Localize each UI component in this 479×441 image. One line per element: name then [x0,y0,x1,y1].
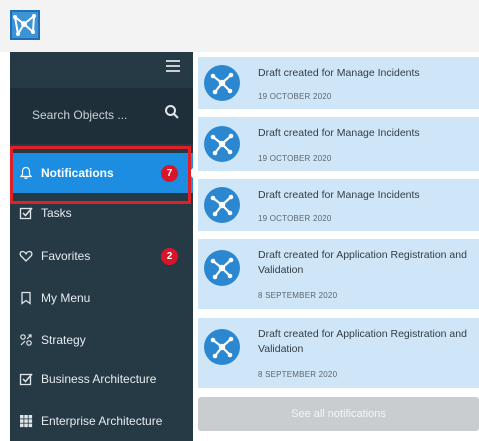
sidebar-item-my-menu[interactable]: My Menu [10,278,193,318]
draft-notification-icon [204,126,240,162]
notification-item[interactable]: Draft created for Application Registrati… [198,239,479,309]
hamburger-icon[interactable] [166,60,180,72]
notification-item[interactable]: Draft created for Manage Incidents 19 OC… [198,57,479,109]
heart-icon [19,250,33,262]
notification-item[interactable]: Draft created for Manage Incidents 19 OC… [198,179,479,231]
mesh-logo-icon[interactable] [10,10,40,40]
notification-message: Draft created for Application Registrati… [258,328,467,355]
see-all-notifications-button[interactable]: See all notifications [198,397,479,431]
checkbox-icon [19,373,33,386]
sidebar-item-business-architecture[interactable]: Business Architecture [10,359,193,399]
draft-notification-icon [204,250,240,286]
draft-notification-icon [204,65,240,101]
sidebar: Search Objects ... Notifications 7 Tasks… [10,52,194,441]
sidebar-item-strategy[interactable]: Strategy [10,320,193,360]
bookmark-icon [21,291,31,305]
draft-notification-icon [204,329,240,365]
sidebar-item-label: Favorites [41,249,91,263]
notification-date: 19 OCTOBER 2020 [258,214,332,223]
notification-item[interactable]: Draft created for Application Registrati… [198,318,479,388]
sidebar-item-notifications[interactable]: Notifications 7 [10,153,194,193]
active-caret [188,167,194,179]
sidebar-item-favorites[interactable]: Favorites 2 [10,236,193,276]
notification-item[interactable]: Draft created for Manage Incidents 19 OC… [198,117,479,171]
sidebar-item-label: Strategy [41,333,86,347]
notification-message: Draft created for Manage Incidents [258,127,420,139]
grid-icon [20,415,33,428]
sidebar-item-tasks[interactable]: Tasks [10,193,193,233]
strategy-icon [20,334,32,346]
notification-message: Draft created for Application Registrati… [258,249,467,276]
sidebar-item-label: My Menu [41,291,91,305]
search-box[interactable]: Search Objects ... [10,88,193,144]
notification-message: Draft created for Manage Incidents [258,189,420,201]
draft-notification-icon [204,187,240,223]
notification-date: 8 SEPTEMBER 2020 [258,291,338,300]
notification-date: 8 SEPTEMBER 2020 [258,370,338,379]
top-bar [0,0,479,52]
search-input[interactable]: Search Objects ... [32,108,127,122]
sidebar-item-label: Business Architecture [41,372,157,386]
notifications-panel: Draft created for Manage Incidents 19 OC… [198,57,479,441]
notification-date: 19 OCTOBER 2020 [258,154,332,163]
search-icon[interactable] [164,104,180,120]
notification-date: 19 OCTOBER 2020 [258,92,332,101]
sidebar-item-enterprise-architecture[interactable]: Enterprise Architecture [10,401,193,441]
sidebar-item-label: Tasks [41,206,72,220]
notification-message: Draft created for Manage Incidents [258,67,420,79]
favorites-count-badge: 2 [161,248,178,265]
bell-icon [19,166,33,180]
sidebar-item-label: Enterprise Architecture [41,414,163,428]
checkbox-icon [19,207,33,220]
notification-count-badge: 7 [161,165,178,182]
sidebar-item-label: Notifications [41,166,114,180]
